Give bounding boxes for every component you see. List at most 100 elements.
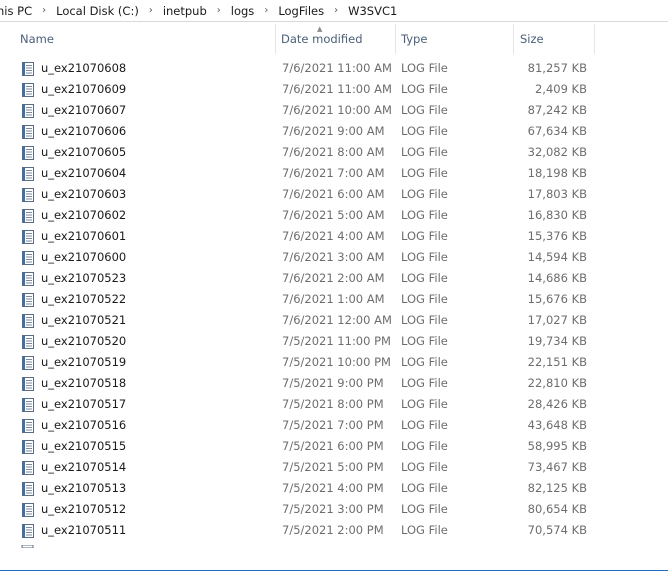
file-size: 82,125 KB <box>527 481 587 495</box>
file-type: LOG File <box>401 187 448 201</box>
file-name: u_ex21070520 <box>41 334 127 348</box>
file-size: 14,686 KB <box>527 271 587 285</box>
file-type: LOG File <box>401 355 448 369</box>
file-date-modified: 7/6/2021 1:00 AM <box>282 292 385 306</box>
file-date-modified: 7/6/2021 3:00 AM <box>282 250 385 264</box>
file-name: u_ex21070605 <box>41 145 127 159</box>
file-type: LOG File <box>401 103 448 117</box>
column-header-date-label: Date modified <box>281 32 363 46</box>
file-size: 16,830 KB <box>527 208 587 222</box>
column-resize-handle[interactable] <box>395 24 396 54</box>
log-file-icon <box>20 292 36 308</box>
log-file-icon <box>20 61 36 77</box>
breadcrumb[interactable]: nis PC › Local Disk (C:) › inetpub › log… <box>0 0 668 22</box>
file-type: LOG File <box>401 313 448 327</box>
breadcrumb-logfiles[interactable]: LogFiles <box>274 4 328 18</box>
breadcrumb-this-pc[interactable]: nis PC <box>0 4 36 18</box>
file-row[interactable]: u_ex21070513 7/5/2021 4:00 PM LOG File 82,1… <box>0 478 668 499</box>
file-row[interactable]: u_ex21070604 7/6/2021 7:00 AM LOG File 18,1… <box>0 163 668 184</box>
log-file-icon <box>20 271 36 287</box>
file-row[interactable]: u_ex21070522 7/6/2021 1:00 AM LOG File 15,6… <box>0 289 668 310</box>
file-type: LOG File <box>401 145 448 159</box>
file-date-modified: 7/6/2021 12:00 AM <box>282 313 392 327</box>
file-row[interactable]: u_ex21070519 7/5/2021 10:00 PM LOG File 22,… <box>0 352 668 373</box>
column-header-size[interactable]: Size <box>520 24 593 54</box>
file-row[interactable]: u_ex21070516 7/5/2021 7:00 PM LOG File 43,6… <box>0 415 668 436</box>
file-type: LOG File <box>401 460 448 474</box>
file-row[interactable]: u_ex21070512 7/5/2021 3:00 PM LOG File 80,6… <box>0 499 668 520</box>
file-name: u_ex21070513 <box>41 481 127 495</box>
log-file-icon <box>20 376 36 392</box>
file-row[interactable]: u_ex21070511 7/5/2021 2:00 PM LOG File 70,5… <box>0 520 668 541</box>
file-row[interactable]: u_ex21070605 7/6/2021 8:00 AM LOG File 32,0… <box>0 142 668 163</box>
file-size: 87,242 KB <box>527 103 587 117</box>
file-size: 15,376 KB <box>527 229 587 243</box>
file-size: 22,810 KB <box>527 376 587 390</box>
file-date-modified: 7/5/2021 8:00 PM <box>282 397 384 411</box>
breadcrumb-w3svc1[interactable]: W3SVC1 <box>344 4 401 18</box>
file-date-modified: 7/5/2021 11:00 PM <box>282 334 391 348</box>
breadcrumb-inetpub[interactable]: inetpub <box>159 4 211 18</box>
file-size: 70,574 KB <box>527 523 587 537</box>
file-row[interactable]: u_ex21070609 7/6/2021 11:00 AM LOG File 2,4… <box>0 79 668 100</box>
file-row[interactable]: u_ex21070517 7/5/2021 8:00 PM LOG File 28,4… <box>0 394 668 415</box>
log-file-icon <box>20 250 36 266</box>
file-date-modified: 7/6/2021 7:00 AM <box>282 166 385 180</box>
file-size: 17,803 KB <box>527 187 587 201</box>
chevron-right-icon[interactable]: › <box>258 5 274 16</box>
file-row[interactable]: u_ex21070520 7/5/2021 11:00 PM LOG File 19,… <box>0 331 668 352</box>
chevron-right-icon[interactable]: › <box>143 5 159 16</box>
file-name: u_ex21070517 <box>41 397 127 411</box>
log-file-icon <box>20 481 36 497</box>
file-name: u_ex21070514 <box>41 460 127 474</box>
file-type: LOG File <box>401 229 448 243</box>
file-name: u_ex21070602 <box>41 208 127 222</box>
column-header-type[interactable]: Type <box>401 24 511 54</box>
file-size: 80,654 KB <box>527 502 587 516</box>
file-type: LOG File <box>401 502 448 516</box>
column-header-date[interactable]: Date modified <box>281 24 394 54</box>
column-header-name[interactable]: Name <box>20 24 274 54</box>
file-row[interactable]: u_ex21070600 7/6/2021 3:00 AM LOG File 14,5… <box>0 247 668 268</box>
sort-up-icon: ▲ <box>317 25 323 33</box>
column-resize-handle[interactable] <box>275 24 276 54</box>
file-type: LOG File <box>401 292 448 306</box>
file-date-modified: 7/5/2021 4:00 PM <box>282 481 384 495</box>
file-row[interactable]: u_ex21070601 7/6/2021 4:00 AM LOG File 15,3… <box>0 226 668 247</box>
file-date-modified: 7/6/2021 6:00 AM <box>282 187 385 201</box>
file-date-modified: 7/6/2021 4:00 AM <box>282 229 385 243</box>
file-name: u_ex21070518 <box>41 376 127 390</box>
file-name: u_ex21070608 <box>41 61 127 75</box>
breadcrumb-logs[interactable]: logs <box>227 4 259 18</box>
file-name: u_ex21070606 <box>41 124 127 138</box>
chevron-right-icon[interactable]: › <box>211 5 227 16</box>
file-size: 14,594 KB <box>527 250 587 264</box>
file-row[interactable]: u_ex21070602 7/6/2021 5:00 AM LOG File 16,8… <box>0 205 668 226</box>
file-row[interactable]: u_ex21070515 7/5/2021 6:00 PM LOG File 58,9… <box>0 436 668 457</box>
divider <box>0 570 668 571</box>
file-row[interactable]: u_ex21070523 7/6/2021 2:00 AM LOG File 14,6… <box>0 268 668 289</box>
file-type: LOG File <box>401 334 448 348</box>
chevron-right-icon[interactable]: › <box>36 5 52 16</box>
file-row[interactable]: u_ex21070607 7/6/2021 10:00 AM LOG File 87,… <box>0 100 668 121</box>
file-row[interactable]: u_ex21070608 7/6/2021 11:00 AM LOG File 81,… <box>0 58 668 79</box>
log-file-icon <box>20 166 36 182</box>
file-row[interactable]: u_ex21070603 7/6/2021 6:00 AM LOG File 17,8… <box>0 184 668 205</box>
file-type: LOG File <box>401 61 448 75</box>
column-resize-handle[interactable] <box>594 24 595 54</box>
log-file-icon <box>20 208 36 224</box>
file-size: 15,676 KB <box>527 292 587 306</box>
file-name: u_ex21070607 <box>41 103 127 117</box>
file-row[interactable]: u_ex21070518 7/5/2021 9:00 PM LOG File 22,8… <box>0 373 668 394</box>
column-resize-handle[interactable] <box>513 24 514 54</box>
breadcrumb-local-disk[interactable]: Local Disk (C:) <box>52 4 143 18</box>
file-row[interactable]: u_ex21070514 7/5/2021 5:00 PM LOG File 73,4… <box>0 457 668 478</box>
file-type: LOG File <box>401 250 448 264</box>
file-row[interactable]: u_ex21070606 7/6/2021 9:00 AM LOG File 67,6… <box>0 121 668 142</box>
file-type: LOG File <box>401 208 448 222</box>
file-row[interactable]: u_ex21070521 7/6/2021 12:00 AM LOG File 17,… <box>0 310 668 331</box>
chevron-right-icon[interactable]: › <box>328 5 344 16</box>
file-date-modified: 7/5/2021 7:00 PM <box>282 418 384 432</box>
column-header-name-label: Name <box>20 32 54 46</box>
file-size: 81,257 KB <box>527 61 587 75</box>
